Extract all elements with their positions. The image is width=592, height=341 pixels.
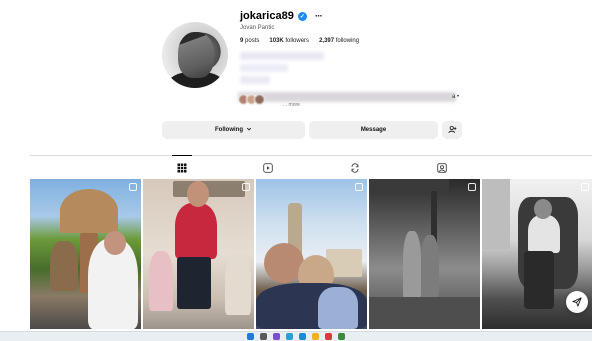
- profile-stats: 9 posts 103K followers 2,397 following: [240, 38, 359, 44]
- followed-by-blurred: [238, 92, 456, 102]
- windows-start-icon[interactable]: [247, 333, 254, 340]
- tab-tagged[interactable]: [436, 162, 448, 174]
- man-red-shirt: [175, 203, 217, 259]
- search-icon[interactable]: [260, 333, 267, 340]
- username: jokarica89: [240, 10, 294, 22]
- username-row: jokarica89 ✓ ···: [240, 10, 323, 22]
- boy-figure: [225, 253, 251, 315]
- carousel-icon: [129, 183, 137, 191]
- tab-posts[interactable]: [172, 155, 192, 174]
- taskbar: [0, 331, 592, 341]
- man-head: [104, 231, 126, 255]
- more-link[interactable]: ... more: [283, 102, 300, 108]
- church-building: [60, 189, 118, 233]
- posts-grid: [30, 179, 592, 329]
- avatar-face: [178, 32, 214, 78]
- following-button[interactable]: Following: [162, 121, 305, 139]
- carousel-icon: [355, 183, 363, 191]
- bio-line-blurred: [240, 76, 270, 84]
- more-options-icon[interactable]: ···: [315, 11, 323, 22]
- bio-line-blurred: [240, 64, 288, 72]
- child-shirt: [318, 287, 358, 329]
- suggest-button[interactable]: [442, 121, 462, 139]
- verified-badge-icon: ✓: [297, 11, 307, 21]
- tagged-icon: [437, 163, 447, 173]
- window: [482, 179, 510, 249]
- message-label: Message: [360, 127, 387, 133]
- message-button[interactable]: Message: [309, 121, 438, 139]
- chevron-down-icon: [246, 126, 252, 134]
- post-thumbnail[interactable]: [30, 179, 141, 329]
- carousel-icon: [242, 183, 250, 191]
- wall-picture: [173, 181, 245, 197]
- girl-figure: [149, 251, 173, 311]
- app-icon[interactable]: [299, 333, 306, 340]
- carousel-icon: [581, 183, 589, 191]
- app-icon[interactable]: [325, 333, 332, 340]
- man-head: [187, 181, 209, 207]
- app-icon[interactable]: [338, 333, 345, 340]
- full-name: Jovan Pantic: [240, 25, 275, 31]
- followers-stat[interactable]: 103K followers: [269, 38, 309, 44]
- post-thumbnail[interactable]: [143, 179, 254, 329]
- followed-by-text[interactable]: a •: [452, 94, 459, 100]
- posts-stat: 9 posts: [240, 38, 260, 44]
- tab-reposts[interactable]: [349, 162, 361, 174]
- grid-icon: [177, 163, 187, 173]
- following-label: Following: [215, 127, 243, 133]
- tabs-divider: [30, 155, 592, 156]
- add-person-icon: [447, 125, 457, 136]
- app-icon[interactable]: [286, 333, 293, 340]
- post-thumbnail[interactable]: [369, 179, 480, 329]
- child-figure: [421, 235, 439, 299]
- mini-avatar: [254, 94, 265, 105]
- messages-button[interactable]: [566, 291, 588, 313]
- app-icon[interactable]: [273, 333, 280, 340]
- repost-icon: [351, 163, 359, 173]
- man-legs: [524, 251, 554, 309]
- man-shirt: [528, 215, 560, 253]
- roof: [369, 179, 449, 193]
- following-stat[interactable]: 2,397 following: [319, 38, 359, 44]
- man-pants: [177, 257, 211, 309]
- man-head: [534, 199, 552, 219]
- ground: [369, 297, 480, 329]
- carousel-icon: [468, 183, 476, 191]
- bio-line-blurred: [240, 52, 324, 60]
- send-icon: [572, 297, 582, 307]
- followed-by-avatars: [238, 94, 265, 105]
- reels-icon: [263, 163, 273, 173]
- post-thumbnail[interactable]: [256, 179, 367, 329]
- folder-icon[interactable]: [312, 333, 319, 340]
- tab-reels[interactable]: [262, 162, 274, 174]
- child-figure: [403, 231, 421, 301]
- child-figure: [50, 241, 78, 291]
- profile-avatar[interactable]: [162, 22, 228, 88]
